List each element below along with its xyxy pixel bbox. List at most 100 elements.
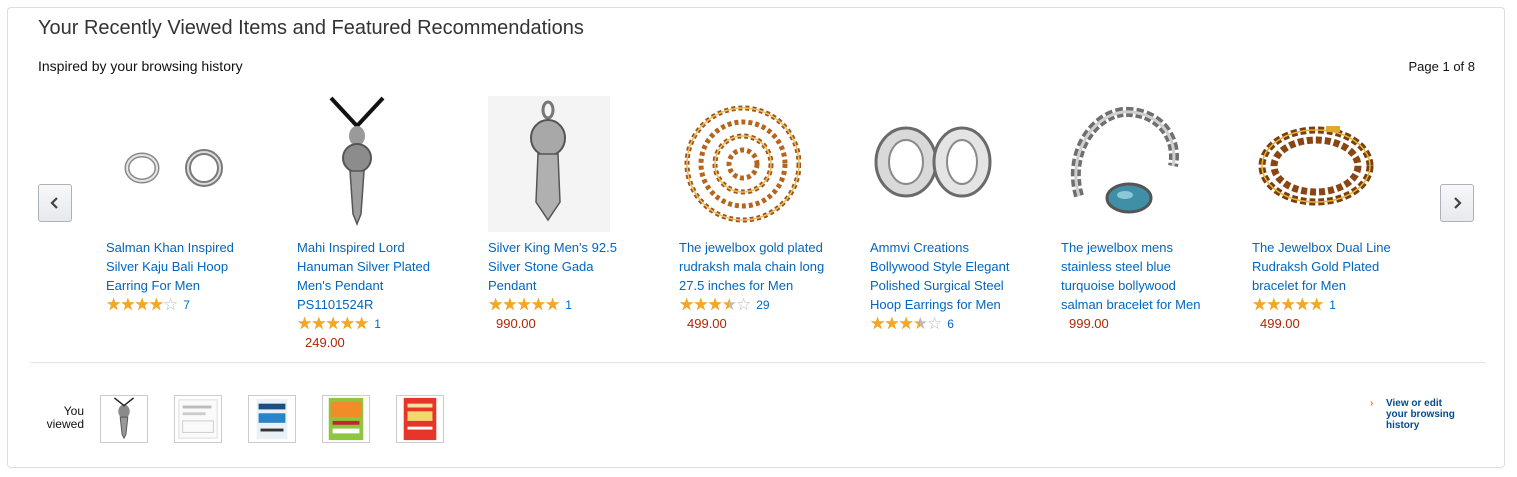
star-full-icon: ★ (354, 314, 369, 333)
review-count[interactable]: 1 (374, 317, 381, 331)
section-divider (30, 362, 1486, 363)
viewed-thumbnail[interactable] (248, 395, 296, 443)
product-image[interactable] (870, 96, 992, 232)
star-full-icon: ★ (120, 295, 135, 314)
business-model-generation-book-thumb (178, 399, 218, 439)
product-image[interactable] (297, 96, 419, 232)
carousel-next-button[interactable] (1440, 184, 1474, 222)
star-full-icon: ★ (1280, 295, 1296, 314)
star-full-icon: ★ (707, 295, 723, 314)
product-price: 249.00 (305, 335, 345, 350)
viewed-thumbnail[interactable] (174, 395, 222, 443)
carousel-item: Mahi Inspired Lord Hanuman Silver Plated… (297, 96, 447, 352)
star-full-icon: ★ (488, 295, 503, 314)
rudraksh-bracelet-image (1258, 126, 1374, 206)
star-full-icon: ★ (502, 295, 517, 314)
product-title-link[interactable]: Ammvi Creations Bollywood Style Elegant … (870, 238, 1020, 314)
product-title-link[interactable]: Silver King Men's 92.5 Silver Stone Gada… (488, 238, 638, 295)
review-count[interactable]: 1 (1329, 298, 1336, 312)
viewed-thumbnail[interactable] (322, 395, 370, 443)
page-indicator: Page 1 of 8 (1408, 59, 1476, 74)
carousel-item: Salman Khan Inspired Silver Kaju Bali Ho… (106, 96, 256, 314)
star-full-icon: ★ (693, 295, 708, 314)
edit-history-label[interactable]: View or edit your browsing history (1386, 398, 1466, 431)
product-price: 990.00 (496, 316, 536, 331)
star-full-icon: ★ (530, 295, 546, 314)
carousel-prev-button[interactable] (38, 184, 72, 222)
chevron-right-icon (1454, 197, 1462, 209)
edit-history-link[interactable]: › View or edit your browsing history (1370, 398, 1460, 431)
rating-stars[interactable]: ★★★★★ (488, 295, 560, 314)
star-full-icon: ★ (679, 295, 694, 314)
product-image[interactable] (679, 96, 802, 232)
viewed-thumbnail[interactable] (100, 395, 148, 443)
star-full-icon: ★ (311, 314, 326, 333)
carousel-item: Silver King Men's 92.5 Silver Stone Gada… (488, 96, 638, 333)
product-rating: ★★★★☆ 29 (679, 295, 829, 314)
product-rating: ★★★★★ 1 (1252, 295, 1402, 314)
star-empty-icon: ☆ (927, 314, 942, 333)
recommendations-panel: Your Recently Viewed Items and Featured … (7, 7, 1505, 468)
star-full-icon: ★ (134, 295, 150, 314)
star-full-icon: ★ (148, 295, 164, 314)
product-image[interactable] (488, 96, 610, 232)
turquoise-bracelet-image (1070, 106, 1179, 214)
startup-owners-manual-book-thumb (256, 398, 288, 440)
rating-stars[interactable]: ★★★★☆ (679, 295, 751, 314)
product-image[interactable] (106, 96, 228, 232)
star-full-icon: ★ (325, 314, 341, 333)
review-count[interactable]: 1 (565, 298, 572, 312)
product-rating: ★★★★★ 1 (488, 295, 638, 314)
product-rating: ★★★★☆ 7 (106, 295, 256, 314)
carousel-item: The jewelbox gold plated rudraksh mala c… (679, 96, 829, 333)
star-empty-icon: ☆ (736, 295, 751, 314)
product-title-link[interactable]: The Jewelbox Dual Line Rudraksh Gold Pla… (1252, 238, 1402, 295)
product-title-link[interactable]: The jewelbox mens stainless steel blue t… (1061, 238, 1211, 314)
rudraksh-mala-image (684, 105, 802, 223)
star-half-icon: ★ (721, 295, 737, 314)
chevron-left-icon (50, 197, 58, 209)
product-price: 499.00 (687, 316, 727, 331)
gada-pendant-cord-image (329, 96, 385, 227)
star-full-icon: ★ (1309, 295, 1324, 314)
caret-right-icon: › (1370, 398, 1374, 409)
star-full-icon: ★ (884, 314, 899, 333)
product-title-link[interactable]: The jewelbox gold plated rudraksh mala c… (679, 238, 829, 295)
star-full-icon: ★ (1266, 295, 1281, 314)
review-count[interactable]: 7 (183, 298, 190, 312)
review-count[interactable]: 6 (947, 317, 954, 331)
influence-book-thumb (403, 397, 437, 441)
gada-pendant-image (488, 96, 610, 232)
star-full-icon: ★ (545, 295, 560, 314)
review-count[interactable]: 29 (756, 298, 769, 312)
product-image[interactable] (1252, 96, 1374, 232)
you-viewed-label: You viewed (46, 404, 84, 431)
rating-stars[interactable]: ★★★★★ (297, 314, 369, 333)
rating-stars[interactable]: ★★★★☆ (870, 314, 942, 333)
star-full-icon: ★ (297, 314, 312, 333)
carousel-item: The Jewelbox Dual Line Rudraksh Gold Pla… (1252, 96, 1402, 333)
hoop-earrings-image (124, 149, 223, 187)
star-full-icon: ★ (1252, 295, 1267, 314)
star-full-icon: ★ (1294, 295, 1310, 314)
product-rating: ★★★★☆ 6 (870, 314, 1020, 333)
star-half-icon: ★ (912, 314, 928, 333)
carousel-item: Ammvi Creations Bollywood Style Elegant … (870, 96, 1020, 333)
product-price: 999.00 (1069, 316, 1109, 331)
star-empty-icon: ☆ (163, 295, 178, 314)
rating-stars[interactable]: ★★★★☆ (106, 295, 178, 314)
steel-hoop-earrings-image (874, 126, 992, 198)
product-title-link[interactable]: Mahi Inspired Lord Hanuman Silver Plated… (297, 238, 447, 314)
how-to-win-friends-book-thumb (328, 397, 364, 441)
product-title-link[interactable]: Salman Khan Inspired Silver Kaju Bali Ho… (106, 238, 256, 295)
star-full-icon: ★ (870, 314, 885, 333)
carousel-item: The jewelbox mens stainless steel blue t… (1061, 96, 1211, 333)
product-rating: ★★★★★ 1 (297, 314, 447, 333)
product-price: 499.00 (1260, 316, 1300, 331)
viewed-thumbnail[interactable] (396, 395, 444, 443)
rating-stars[interactable]: ★★★★★ (1252, 295, 1324, 314)
star-full-icon: ★ (516, 295, 532, 314)
star-full-icon: ★ (898, 314, 914, 333)
pendant-thumb (113, 397, 135, 440)
product-image[interactable] (1061, 96, 1183, 232)
